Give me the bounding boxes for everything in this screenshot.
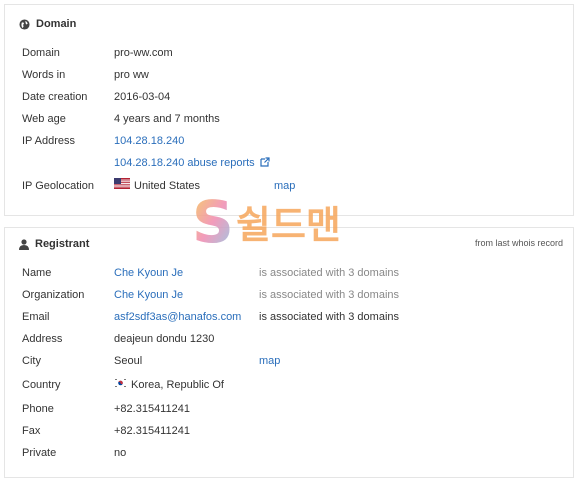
label-city: City [22, 355, 41, 367]
row-fax: Fax +82.315411241 [5, 420, 573, 442]
email-associated-text: is associated with 3 domains [259, 311, 400, 323]
row-ip-geolocation: IP Geolocation United States map [5, 175, 573, 197]
domain-panel: Domain Domain pro-ww.com Words in pro ww… [4, 4, 574, 216]
ip-address-link[interactable]: 104.28.18.240 [114, 130, 184, 152]
label-address: Address [22, 333, 63, 345]
organization-associated-text: is associated with 3 domains [259, 289, 400, 301]
value-private: no [114, 447, 127, 459]
value-phone: +82.315411241 [114, 403, 190, 415]
row-address: Address deajeun dondu 1230 [5, 328, 573, 350]
globe-icon [19, 18, 30, 30]
name-link[interactable]: Che Kyoun Je [114, 262, 183, 284]
row-country: Country Korea, Republic Of [5, 374, 573, 396]
label-fax: Fax [22, 425, 41, 437]
value-ip-geolocation: United States [134, 180, 201, 192]
label-country: Country [22, 379, 61, 391]
registrant-panel: Registrant from last whois record Name C… [4, 227, 574, 478]
label-email: Email [22, 311, 50, 323]
row-words-in: Words in pro ww [5, 64, 573, 86]
label-private: Private [22, 447, 57, 459]
value-domain: pro-ww.com [114, 47, 173, 59]
row-abuse-reports: 104.28.18.240 abuse reports [5, 152, 573, 174]
label-date-creation: Date creation [22, 91, 88, 103]
row-ip-address: IP Address 104.28.18.240 [5, 130, 573, 152]
value-fax: +82.315411241 [114, 425, 190, 437]
row-organization: Organization Che Kyoun Je is associated … [5, 284, 573, 306]
external-link-icon[interactable] [260, 153, 270, 175]
kr-flag-icon [114, 374, 127, 396]
user-icon [19, 238, 29, 250]
row-phone: Phone +82.315411241 [5, 398, 573, 420]
row-name: Name Che Kyoun Je is associated with 3 d… [5, 262, 573, 284]
ip-geolocation-map-link[interactable]: map [274, 175, 295, 197]
registrant-title-text: Registrant [35, 238, 90, 250]
email-link[interactable]: asf2sdf3as@hanafos.com [114, 306, 241, 328]
row-web-age: Web age 4 years and 7 months [5, 108, 573, 130]
value-address: deajeun dondu 1230 [114, 333, 215, 345]
label-phone: Phone [22, 403, 54, 415]
whois-record-note: from last whois record [474, 238, 563, 248]
domain-panel-title: Domain [19, 18, 76, 30]
organization-link[interactable]: Che Kyoun Je [114, 284, 183, 306]
abuse-reports-link[interactable]: 104.28.18.240 abuse reports [114, 157, 255, 169]
value-words-in: pro ww [114, 69, 149, 81]
value-city: Seoul [114, 355, 143, 367]
city-map-link[interactable]: map [259, 350, 280, 372]
label-domain: Domain [22, 47, 60, 59]
label-web-age: Web age [22, 113, 66, 125]
row-domain: Domain pro-ww.com [5, 42, 573, 64]
value-web-age: 4 years and 7 months [114, 113, 220, 125]
registrant-panel-title: Registrant [19, 238, 89, 250]
row-email: Email asf2sdf3as@hanafos.com is associat… [5, 306, 573, 328]
row-date-creation: Date creation 2016-03-04 [5, 86, 573, 108]
label-ip-geolocation: IP Geolocation [22, 180, 94, 192]
label-organization: Organization [22, 289, 85, 301]
value-country: Korea, Republic Of [131, 379, 224, 391]
us-flag-icon [114, 175, 130, 197]
name-associated-text: is associated with 3 domains [259, 267, 400, 279]
domain-title-text: Domain [36, 18, 77, 30]
abuse-reports-wrap: 104.28.18.240 abuse reports [114, 152, 270, 175]
label-words-in: Words in [22, 69, 66, 81]
value-ip-geolocation-wrap: United States [114, 175, 200, 197]
value-country-wrap: Korea, Republic Of [114, 374, 224, 396]
label-ip-address: IP Address [22, 135, 75, 147]
label-name: Name [22, 267, 52, 279]
row-city: City Seoul map [5, 350, 573, 372]
value-date-creation: 2016-03-04 [114, 91, 171, 103]
row-private: Private no [5, 442, 573, 464]
